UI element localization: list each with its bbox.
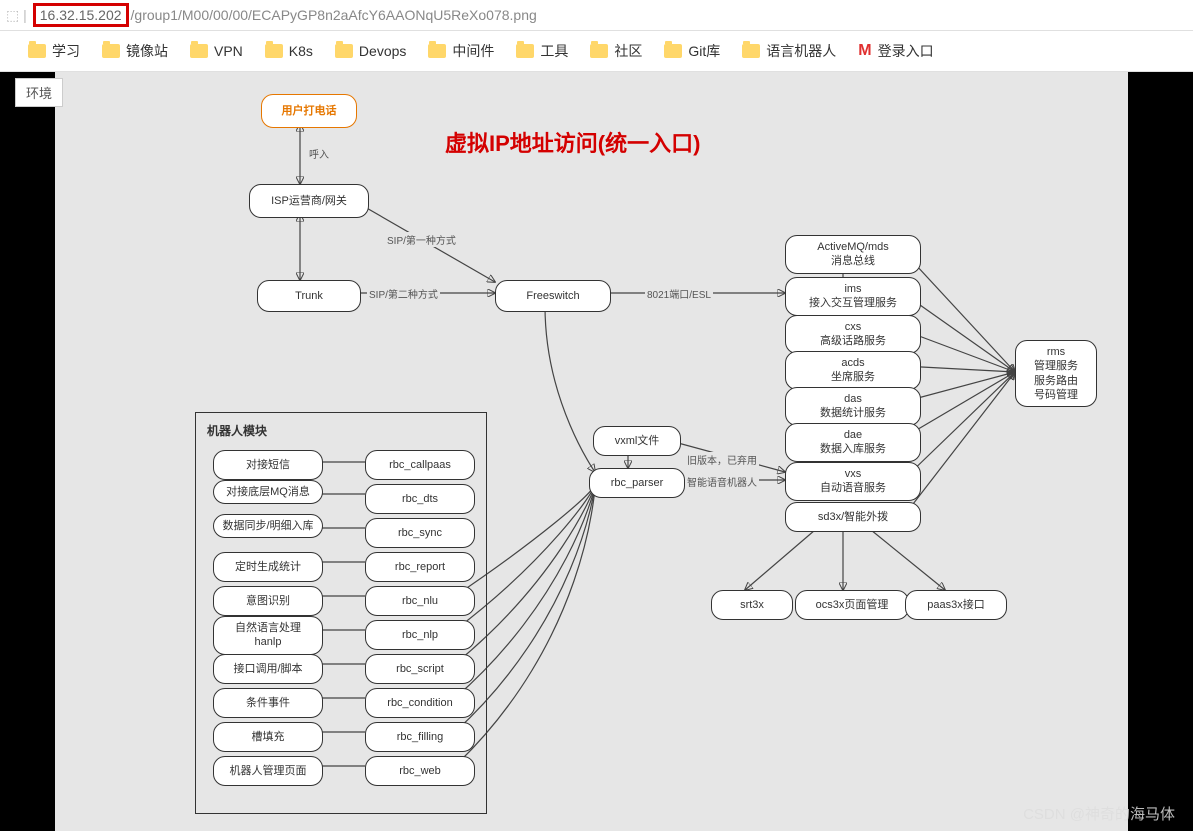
node-sd3x: sd3x/智能外拨 [785,502,921,532]
node-srt3x: srt3x [711,590,793,620]
folder-icon [664,44,682,58]
bookmark-label: 登录入口 [878,41,934,61]
diagram-title: 虚拟IP地址访问(统一入口) [445,126,700,158]
node-isp: ISP运营商/网关 [249,184,369,218]
group-robot-title: 机器人模块 [207,422,267,439]
robot-right-item: rbc_script [365,654,475,684]
bookmark-login[interactable]: M 登录入口 [858,41,933,61]
edge-label-old: 旧版本，已弃用 [685,452,759,467]
node-trunk: Trunk [257,280,361,312]
env-tab[interactable]: 环境 [15,78,63,107]
bookmark-item[interactable]: 中间件 [428,41,494,61]
bookmark-label: 镜像站 [126,41,168,61]
robot-right-item: rbc_sync [365,518,475,548]
edge-label-sip2: SIP/第二种方式 [367,286,440,301]
bookmark-label: 社区 [614,41,642,61]
lock-icon: ⬚ | [6,7,27,24]
bookmark-label: Git库 [688,41,720,61]
bookmark-item[interactable]: 工具 [516,41,568,61]
bookmark-item[interactable]: 语言机器人 [742,41,836,61]
node-cxs: cxs 高级话路服务 [785,315,921,354]
robot-right-item: rbc_nlp [365,620,475,650]
node-vxml: vxml文件 [593,426,681,456]
bookmark-item[interactable]: K8s [265,43,313,59]
bookmark-label: 语言机器人 [766,41,836,61]
node-acds: acds 坐席服务 [785,351,921,390]
robot-left-item: 槽填充 [213,722,323,752]
folder-icon [742,44,760,58]
bookmark-label: 学习 [52,41,80,61]
robot-left-item: 对接短信 [213,450,323,480]
folder-icon [102,44,120,58]
bookmarks-bar: 学习 镜像站 VPN K8s Devops 中间件 工具 社区 Git库 语言机… [0,31,1193,72]
url-path: /group1/M00/00/00/ECAPyGP8n2aAfcY6AAONqU… [131,7,537,23]
viewer-margin-right [1128,72,1193,831]
bookmark-label: VPN [214,43,243,59]
folder-icon [190,44,208,58]
bookmark-item[interactable]: 镜像站 [102,41,168,61]
robot-right-item: rbc_condition [365,688,475,718]
bookmark-label: 工具 [540,41,568,61]
bookmark-label: K8s [289,43,313,59]
robot-left-item: 对接底层MQ消息 [213,480,323,504]
diagram-canvas[interactable]: 环境 虚拟IP地址访问(统一入口) [55,72,1128,831]
robot-left-item: 意图识别 [213,586,323,616]
robot-left-item: 自然语言处理 hanlp [213,616,323,655]
node-amq: ActiveMQ/mds 消息总线 [785,235,921,274]
node-rms: rms 管理服务 服务路由 号码管理 [1015,340,1097,407]
edge-label-esl: 8021端口/ESL [645,286,713,301]
bookmark-label: 中间件 [452,41,494,61]
robot-right-item: rbc_report [365,552,475,582]
bookmark-item[interactable]: Git库 [664,41,720,61]
bookmark-label: Devops [359,43,406,59]
url-ip: 16.32.15.202 [33,3,129,27]
folder-icon [335,44,353,58]
robot-right-item: rbc_web [365,756,475,786]
folder-icon [590,44,608,58]
bookmark-item[interactable]: 社区 [590,41,642,61]
node-paas3x: paas3x接口 [905,590,1007,620]
node-start: 用户打电话 [261,94,357,128]
viewer-margin-left [0,72,55,831]
robot-left-item: 机器人管理页面 [213,756,323,786]
node-freeswitch: Freeswitch [495,280,611,312]
folder-icon [28,44,46,58]
robot-right-item: rbc_dts [365,484,475,514]
edge-label-ai: 智能语音机器人 [685,474,759,489]
bookmark-item[interactable]: Devops [335,43,406,59]
bookmark-item[interactable]: VPN [190,43,243,59]
folder-icon [428,44,446,58]
robot-left-item: 定时生成统计 [213,552,323,582]
edge-label-sip1: SIP/第一种方式 [385,232,458,247]
robot-left-item: 数据同步/明细入库 [213,514,323,538]
node-das: das 数据统计服务 [785,387,921,426]
m-icon: M [858,42,871,60]
edge-label-huru: 呼入 [307,146,331,161]
robot-left-item: 条件事件 [213,688,323,718]
url-bar: ⬚ | 16.32.15.202 /group1/M00/00/00/ECAPy… [0,0,1193,31]
robot-left-item: 接口调用/脚本 [213,654,323,684]
robot-right-item: rbc_filling [365,722,475,752]
watermark: CSDN @神奇的海马体 [1023,803,1175,824]
robot-right-item: rbc_callpaas [365,450,475,480]
folder-icon [516,44,534,58]
robot-right-item: rbc_nlu [365,586,475,616]
node-dae: dae 数据入库服务 [785,423,921,462]
node-parser: rbc_parser [589,468,685,498]
image-viewport: 环境 虚拟IP地址访问(统一入口) [0,72,1193,831]
node-vxs: vxs 自动语音服务 [785,462,921,501]
node-ocs3x: ocs3x页面管理 [795,590,909,620]
bookmark-item[interactable]: 学习 [28,41,80,61]
node-ims: ims 接入交互管理服务 [785,277,921,316]
folder-icon [265,44,283,58]
